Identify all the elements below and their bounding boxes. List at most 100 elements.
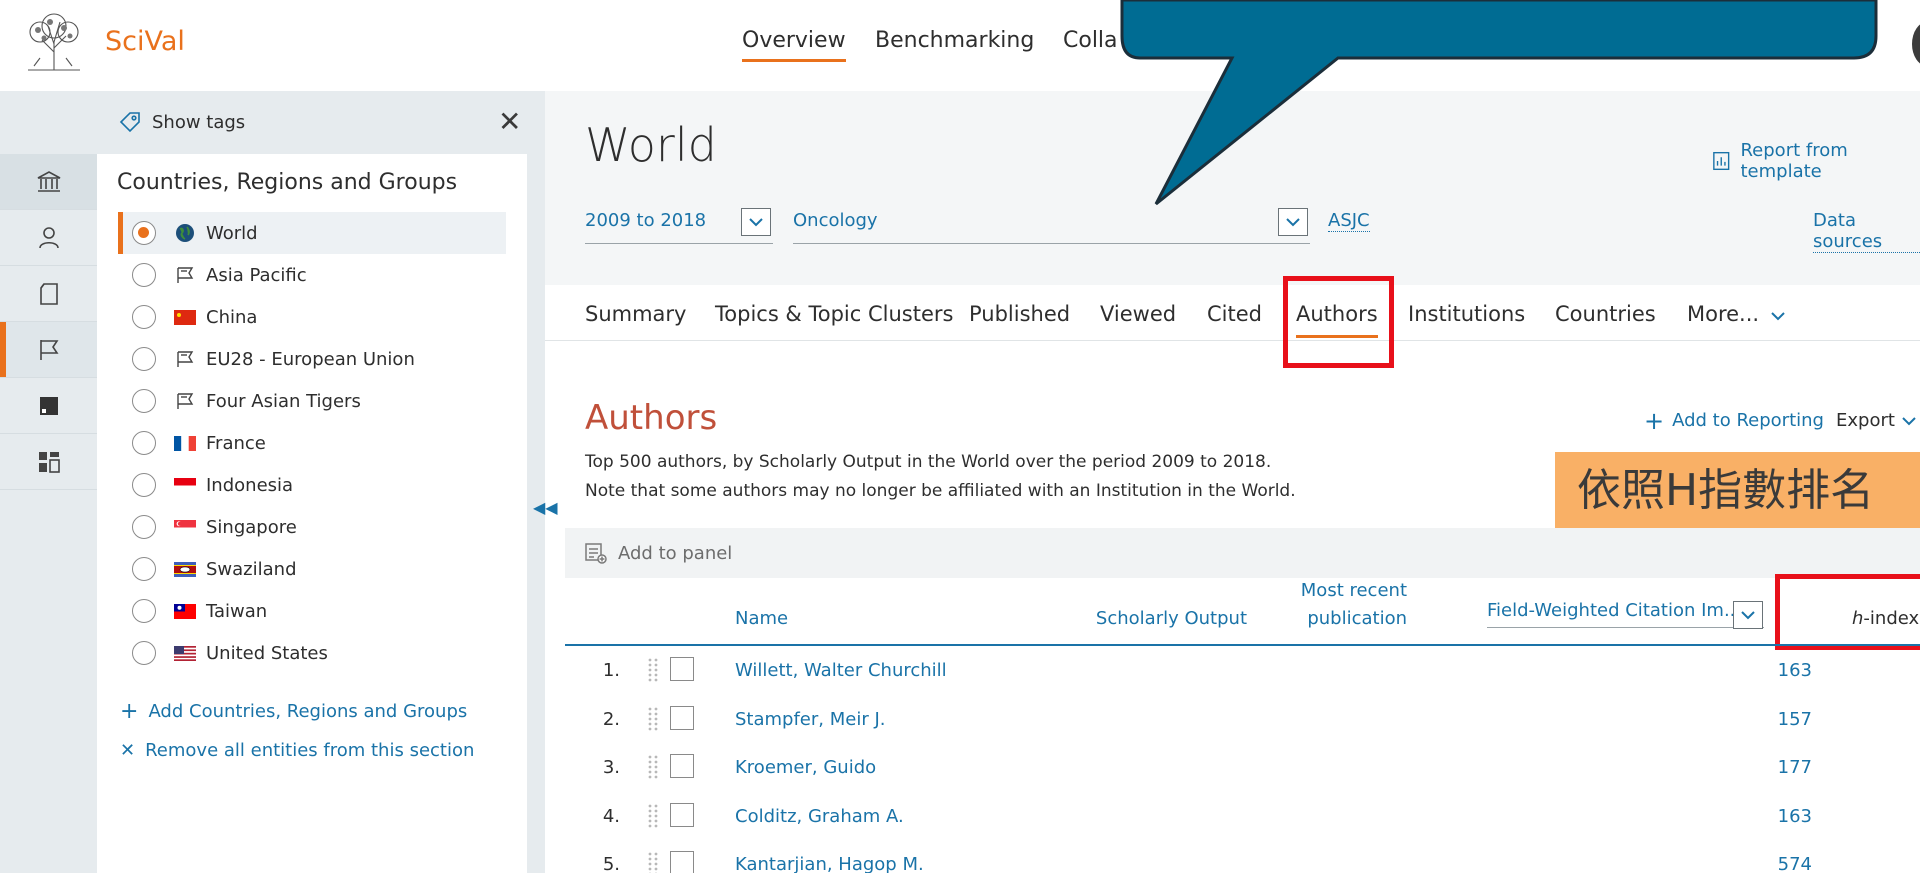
tab-more[interactable]: More...	[1687, 302, 1786, 326]
section-title: Authors	[585, 398, 718, 438]
rail-journals[interactable]	[0, 378, 97, 434]
entity-row-eu28[interactable]: EU28 - European Union	[118, 338, 506, 380]
entity-label: China	[206, 306, 258, 328]
export-menu[interactable]: Export	[1836, 410, 1917, 431]
radio-button[interactable]	[132, 515, 156, 539]
row-checkbox[interactable]	[670, 851, 694, 873]
entity-label: Swaziland	[206, 558, 297, 580]
author-name-link[interactable]: Colditz, Graham A.	[735, 806, 904, 827]
nav-benchmarking[interactable]: Benchmarking	[875, 28, 1034, 53]
radio-button[interactable]	[132, 347, 156, 371]
entity-label: Four Asian Tigers	[206, 390, 361, 412]
entity-row-singapore[interactable]: Singapore	[118, 506, 506, 548]
entity-row-france[interactable]: France	[118, 422, 506, 464]
col-header-scholarly-output[interactable]: Scholarly Output	[1080, 608, 1247, 629]
scholarly-output-link[interactable]: 574	[1645, 854, 1812, 873]
entity-row-four-asian-tigers[interactable]: Four Asian Tigers	[118, 380, 506, 422]
close-icon[interactable]: ✕	[498, 108, 521, 136]
drag-handle-icon[interactable]	[647, 706, 659, 736]
radio-button[interactable]	[132, 431, 156, 455]
add-to-reporting-button[interactable]: + Add to Reporting	[1644, 406, 1824, 435]
col-header-recent-1[interactable]: Most recent	[1240, 580, 1407, 601]
scholarly-output-link[interactable]: 163	[1645, 806, 1812, 827]
drag-handle-icon[interactable]	[647, 803, 659, 833]
asjc-link[interactable]: ASJC	[1328, 210, 1370, 232]
subject-area-select[interactable]: Oncology	[793, 204, 1310, 244]
tab-summary[interactable]: Summary	[585, 302, 686, 326]
brand-name[interactable]: SciVal	[105, 26, 185, 57]
entity-row-asia-pacific[interactable]: Asia Pacific	[118, 254, 506, 296]
drag-handle-icon[interactable]	[647, 657, 659, 687]
flag-us-icon	[174, 645, 196, 661]
col-header-recent-2[interactable]: publication	[1240, 608, 1407, 629]
author-name-link[interactable]: Stampfer, Meir J.	[735, 709, 886, 730]
entity-row-china[interactable]: China	[118, 296, 506, 338]
entity-label: United States	[206, 642, 328, 664]
radio-button[interactable]	[132, 263, 156, 287]
rail-publication-sets[interactable]	[0, 266, 97, 322]
row-checkbox[interactable]	[670, 802, 694, 827]
row-checkbox[interactable]	[670, 754, 694, 778]
add-entities-link[interactable]: + Add Countries, Regions and Groups	[120, 699, 467, 724]
add-to-panel-button[interactable]: Add to panel	[584, 541, 732, 565]
entity-row-united-states[interactable]: United States	[118, 632, 506, 674]
flag-china-icon	[174, 309, 196, 325]
scholarly-output-link[interactable]: 157	[1645, 709, 1812, 730]
nav-overview[interactable]: Overview	[742, 28, 846, 62]
collapse-panel-icon[interactable]: ◀◀	[533, 498, 558, 517]
tab-cited[interactable]: Cited	[1207, 302, 1262, 326]
author-name-link[interactable]: Kantarjian, Hagop M.	[735, 854, 924, 873]
col-header-name[interactable]: Name	[735, 608, 788, 629]
row-checkbox[interactable]	[670, 657, 694, 681]
chevron-down-icon[interactable]	[741, 208, 771, 236]
most-recent-publication: 2018	[1805, 757, 1920, 778]
year-range-select[interactable]: 2009 to 2018	[585, 204, 773, 244]
app-window: SciVal Overview Benchmarking Colla Show …	[0, 0, 1920, 873]
show-tags-button[interactable]: Show tags	[118, 110, 245, 134]
author-name-link[interactable]: Kroemer, Guido	[735, 757, 876, 778]
drag-handle-icon[interactable]	[647, 754, 659, 784]
drag-handle-icon[interactable]	[647, 851, 659, 873]
radio-button[interactable]	[132, 473, 156, 497]
remove-entities-link[interactable]: ✕ Remove all entities from this section	[120, 740, 474, 761]
radio-button[interactable]	[132, 599, 156, 623]
chevron-down-icon	[1771, 312, 1785, 321]
grid-icon	[38, 451, 60, 473]
row-rank: 3.	[602, 757, 620, 778]
entity-row-indonesia[interactable]: Indonesia	[118, 464, 506, 506]
elsevier-tree-logo	[20, 12, 88, 72]
rail-researchers[interactable]	[0, 210, 97, 266]
tab-topics[interactable]: Topics & Topic Clusters	[715, 302, 953, 326]
tab-published[interactable]: Published	[969, 302, 1070, 326]
radio-button[interactable]	[132, 305, 156, 329]
chevron-down-icon[interactable]	[1733, 601, 1763, 629]
entity-row-taiwan[interactable]: Taiwan	[118, 590, 506, 632]
year-range-value: 2009 to 2018	[585, 210, 707, 231]
scholarly-output-link[interactable]: 163	[1645, 660, 1812, 681]
user-avatar[interactable]	[1912, 22, 1920, 66]
rail-institutions[interactable]	[0, 154, 97, 210]
rail-countries[interactable]	[0, 322, 97, 378]
tab-institutions[interactable]: Institutions	[1408, 302, 1525, 326]
tab-viewed[interactable]: Viewed	[1100, 302, 1176, 326]
add-to-panel-label: Add to panel	[618, 542, 733, 564]
radio-button[interactable]	[132, 557, 156, 581]
entity-row-world[interactable]: World	[118, 212, 506, 254]
panel-gutter	[527, 91, 545, 873]
entity-row-swaziland[interactable]: Swaziland	[118, 548, 506, 590]
data-sources-link[interactable]: Data sources	[1813, 210, 1920, 253]
row-checkbox[interactable]	[670, 705, 694, 730]
radio-button[interactable]	[132, 389, 156, 413]
rail-topics[interactable]	[0, 434, 97, 490]
table-row: 3.Kroemer, Guido17720182.80190	[565, 743, 1920, 791]
scholarly-output-link[interactable]: 177	[1645, 757, 1812, 778]
row-rank: 2.	[602, 708, 620, 730]
radio-button[interactable]	[132, 641, 156, 665]
radio-selected[interactable]	[132, 221, 156, 245]
author-name-link[interactable]: Willett, Walter Churchill	[735, 660, 947, 681]
chevron-down-icon[interactable]	[1278, 208, 1308, 236]
tab-countries[interactable]: Countries	[1555, 302, 1656, 326]
add-entities-label: Add Countries, Regions and Groups	[148, 701, 468, 722]
plus-icon: +	[1644, 406, 1665, 435]
col-header-fwci[interactable]: Field-Weighted Citation Im...	[1487, 600, 1764, 628]
